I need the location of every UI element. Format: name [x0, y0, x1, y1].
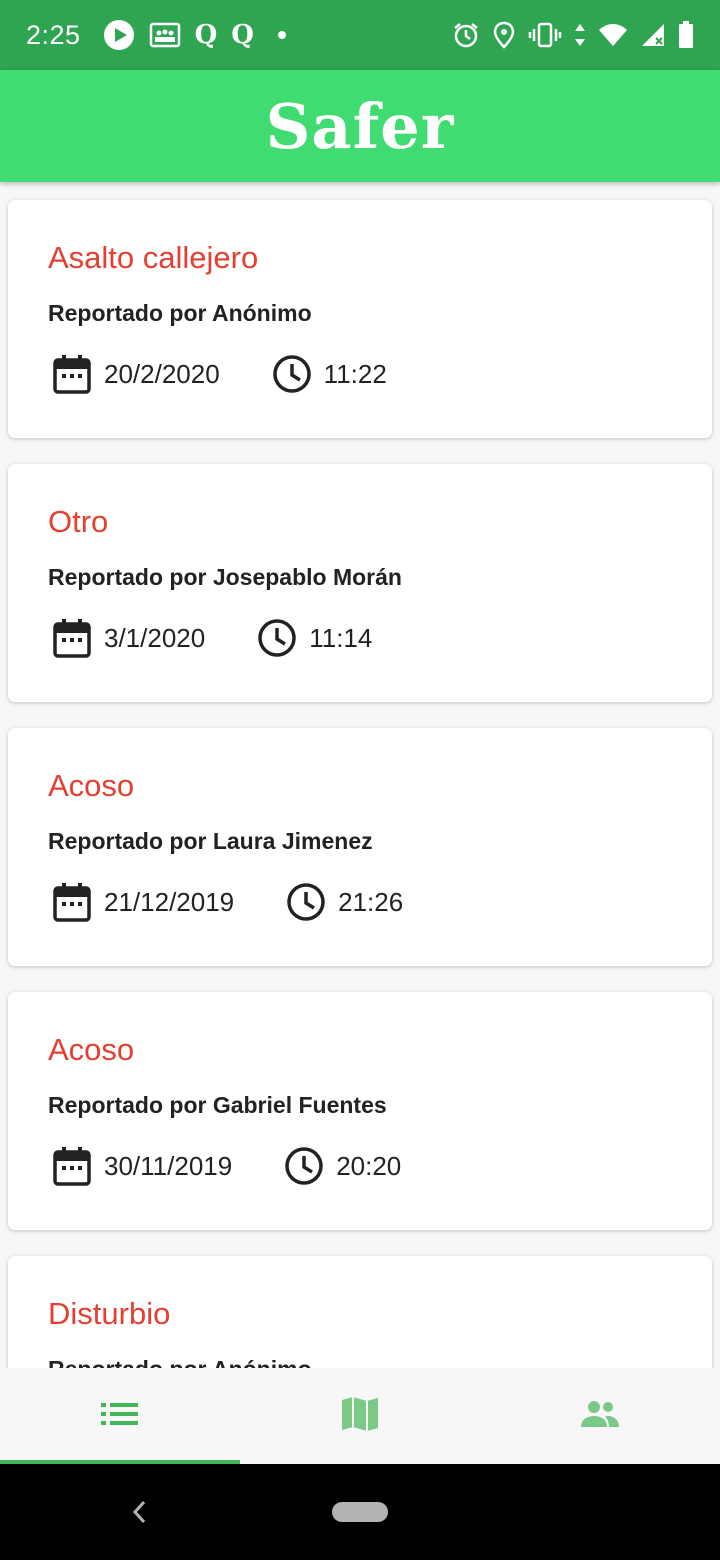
nav-tab-map[interactable]: [240, 1368, 480, 1464]
system-navigation-bar: [0, 1464, 720, 1560]
play-icon: [103, 19, 135, 51]
report-card[interactable]: Acoso Reportado por Gabriel Fuentes 30/1…: [8, 992, 712, 1230]
report-date: 20/2/2020: [104, 358, 220, 389]
report-card[interactable]: Otro Reportado por Josepablo Morán 3/1/2…: [8, 464, 712, 702]
data-arrows-icon: [574, 22, 586, 48]
report-title: Otro: [48, 504, 109, 539]
map-icon: [341, 1396, 379, 1436]
app-bar: Safer: [0, 70, 720, 182]
system-icons: [452, 21, 694, 49]
report-time: 20:20: [336, 1150, 402, 1181]
back-icon[interactable]: [128, 1496, 150, 1532]
clock-icon: [257, 618, 297, 658]
report-meta: 21/12/2019 21:26: [52, 880, 403, 924]
wifi-icon: [598, 22, 628, 48]
calendar-icon: [52, 618, 92, 658]
image-icon: [149, 21, 181, 49]
dot-icon: [277, 31, 286, 39]
people-icon: [579, 1399, 621, 1433]
calendar-icon: [52, 882, 92, 922]
report-time: 11:14: [309, 622, 373, 653]
report-author: Reportado por Gabriel Fuentes: [48, 1092, 387, 1118]
report-date: 21/12/2019: [104, 886, 235, 917]
cell-signal-icon: [640, 22, 666, 48]
nav-tab-people[interactable]: [480, 1368, 720, 1464]
nav-tab-list[interactable]: [0, 1368, 240, 1464]
calendar-icon: [52, 354, 92, 394]
clock-icon: [272, 354, 312, 394]
q-letter-icon: Q: [194, 20, 218, 50]
q-letter-icon: Q: [231, 20, 254, 50]
home-pill[interactable]: [332, 1502, 388, 1522]
clock-icon: [286, 882, 326, 922]
clock-icon: [284, 1146, 324, 1186]
alarm-icon: [452, 21, 480, 49]
report-author: Reportado por Josepablo Morán: [48, 564, 402, 590]
calendar-icon: [52, 1146, 92, 1186]
report-card[interactable]: Asalto callejero Reportado por Anónimo 2…: [8, 200, 712, 438]
report-date: 30/11/2019: [104, 1150, 233, 1181]
report-time: 11:22: [323, 358, 387, 389]
report-meta: 3/1/2020 11:14: [52, 616, 372, 660]
report-title: Disturbio: [48, 1296, 171, 1331]
notification-icons: Q Q: [103, 19, 286, 51]
report-title: Asalto callejero: [48, 240, 259, 275]
battery-icon: [678, 21, 694, 49]
report-meta: 20/2/2020 11:22: [52, 352, 387, 396]
report-card[interactable]: Acoso Reportado por Laura Jimenez 21/12/…: [8, 728, 712, 966]
status-bar: 2:25 Q Q: [0, 0, 720, 70]
list-icon: [100, 1400, 140, 1432]
report-card[interactable]: Disturbio Reportado por Anónimo: [8, 1256, 712, 1368]
app-title: Safer: [265, 89, 455, 163]
report-author: Reportado por Anónimo: [48, 1356, 312, 1368]
status-time: 2:25: [26, 19, 81, 50]
report-time: 21:26: [338, 886, 404, 917]
report-date: 3/1/2020: [104, 622, 206, 653]
report-author: Reportado por Laura Jimenez: [48, 828, 373, 854]
report-title: Acoso: [48, 1032, 135, 1067]
report-author: Reportado por Anónimo: [48, 300, 312, 326]
report-list[interactable]: Asalto callejero Reportado por Anónimo 2…: [0, 182, 720, 1368]
bottom-navigation: [0, 1368, 720, 1464]
report-meta: 30/11/2019 20:20: [52, 1144, 401, 1188]
report-title: Acoso: [48, 768, 135, 803]
vibrate-icon: [528, 21, 562, 49]
location-icon: [492, 21, 516, 49]
